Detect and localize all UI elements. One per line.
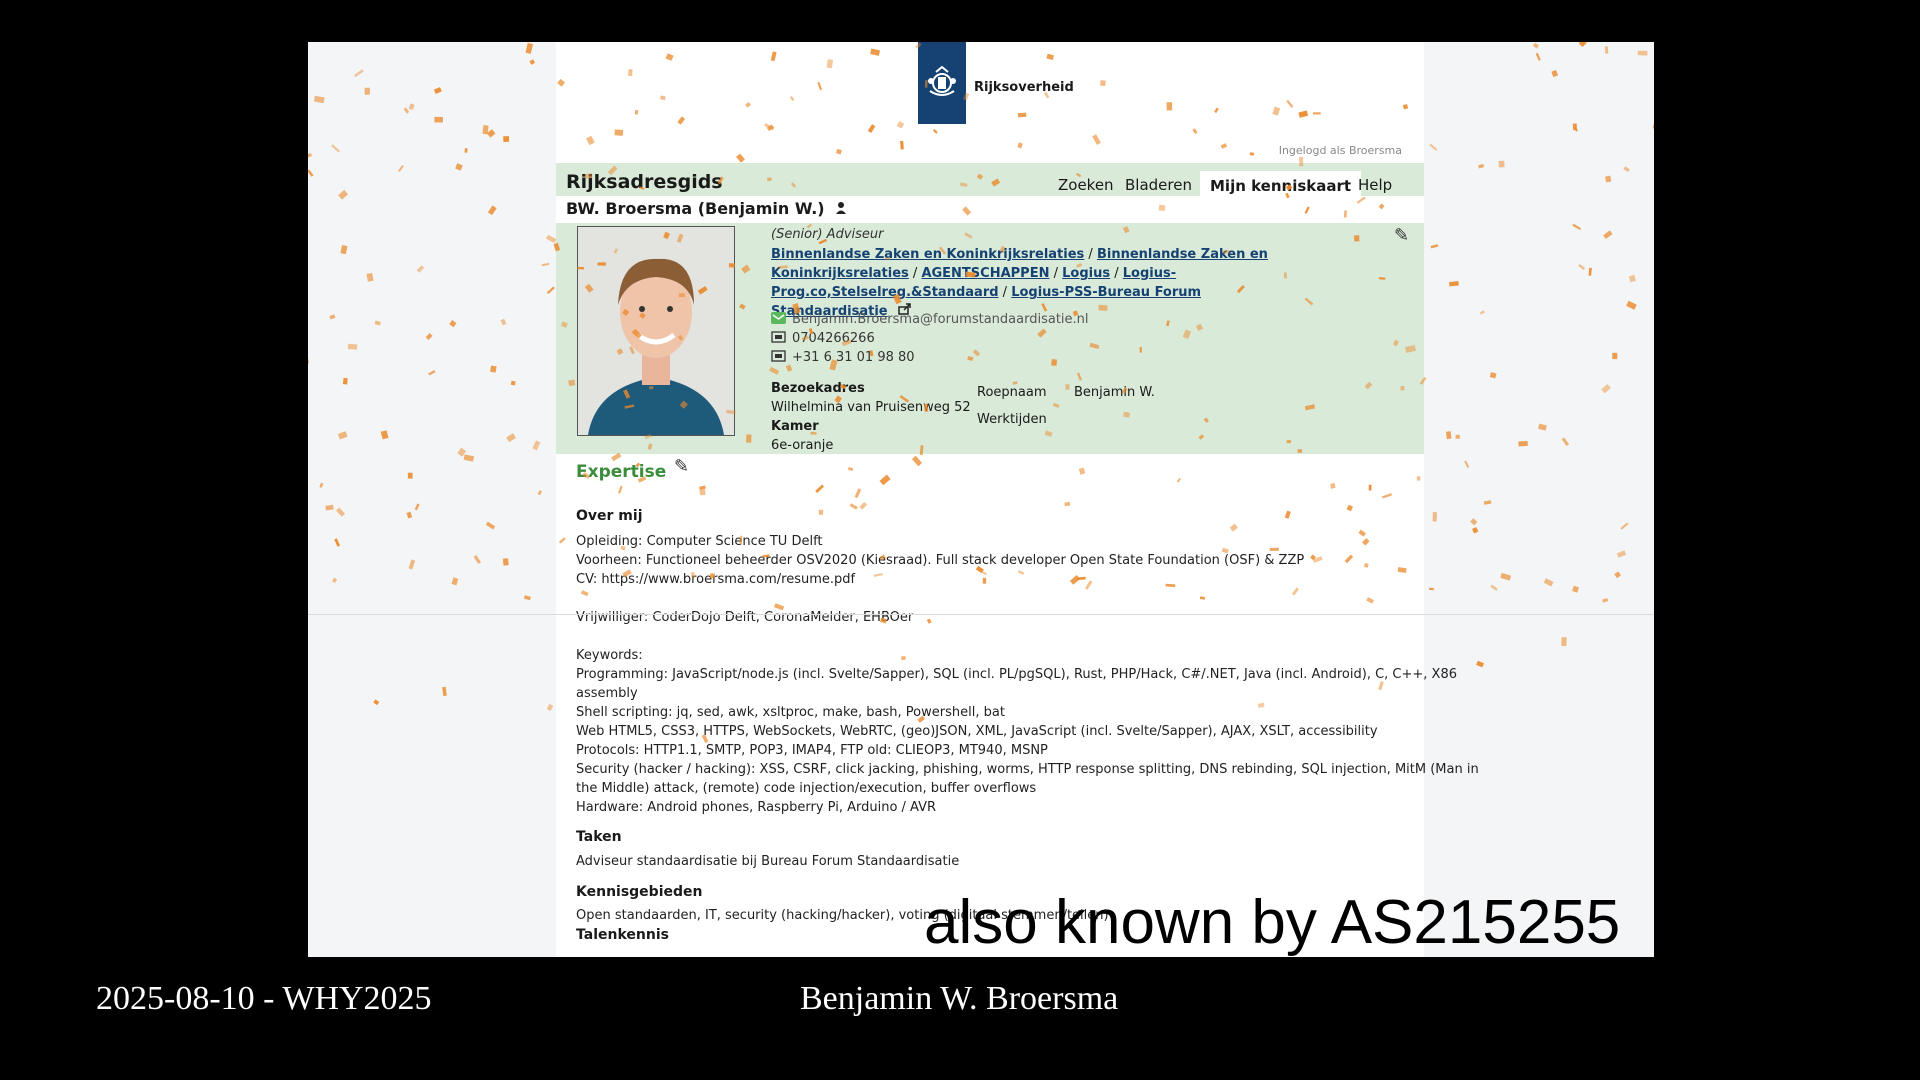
nav-mijn-kenniskaart[interactable]: Mijn kenniskaart: [1200, 171, 1362, 196]
divider-line: [308, 614, 1654, 615]
rijksadresgids-page: Rijksoverheid Ingelogd als Broersma Rijk…: [556, 42, 1479, 957]
logged-in-status: Ingelogd als Broersma: [1278, 144, 1402, 157]
edit-expertise-icon[interactable]: ✎: [674, 456, 689, 477]
slide-screenshot: Rijksoverheid Ingelogd als Broersma Rijk…: [308, 42, 1654, 957]
organisation-path: Binnenlandse Zaken en Koninkrijksrelatie…: [771, 247, 1268, 319]
about-line: CV: https://www.broersma.com/resume.pdf: [576, 572, 856, 587]
about-line: Protocols: HTTP1.1, SMTP, POP3, IMAP4, F…: [576, 743, 1048, 758]
top-navigation: Rijksadresgids Zoeken Bladeren Mijn kenn…: [556, 163, 1424, 196]
about-line: Voorheen: Functioneel beheerder OSV2020 …: [576, 553, 1305, 568]
profile-role: (Senior) Adviseur: [771, 227, 884, 242]
about-line: Opleiding: Computer Science TU Delft: [576, 534, 823, 549]
phone-icon: [771, 350, 786, 362]
room-label: Kamer: [771, 419, 819, 434]
email-icon: [771, 312, 786, 324]
tasks-text: Adviseur standaardisatie bij Bureau Foru…: [576, 854, 960, 869]
logo-text: Rijksoverheid: [974, 80, 1074, 95]
email-row: Benjamin.Broersma@forumstandaardisatie.n…: [771, 312, 1089, 327]
org-link[interactable]: Binnenlandse Zaken en Koninkrijksrelatie…: [771, 247, 1084, 262]
phone-number[interactable]: 0704266266: [792, 331, 875, 346]
about-heading: Over mij: [576, 508, 643, 524]
nickname-value: Benjamin W.: [1074, 385, 1155, 400]
languages-heading: Talenkennis: [576, 927, 669, 943]
background-right: [1424, 42, 1654, 957]
nickname-label: Roepnaam: [977, 385, 1047, 400]
visit-address-label: Bezoekadres: [771, 381, 865, 396]
mobile-number[interactable]: +31 6 31 01 98 80: [792, 350, 915, 365]
caption-text: also known by AS215255: [924, 888, 1621, 957]
phone-icon: [771, 331, 786, 343]
about-line: Vrijwilliger: CoderDojo Delft, CoronaMel…: [576, 610, 914, 625]
about-line: assembly: [576, 686, 638, 701]
about-line: Shell scripting: jq, sed, awk, xsltproc,…: [576, 705, 1005, 720]
about-line: Programming: JavaScript/node.js (incl. S…: [576, 667, 1457, 682]
background-left: [308, 42, 556, 957]
edit-profile-icon[interactable]: ✎: [1394, 225, 1409, 246]
person-icon: [836, 202, 847, 214]
visit-address: Wilhelmina van Pruisenweg 52: [771, 400, 971, 415]
about-line: the Middle) attack, (remote) code inject…: [576, 781, 1037, 796]
about-line: Web HTML5, CSS3, HTTPS, WebSockets, WebR…: [576, 724, 1378, 739]
about-line: Hardware: Android phones, Raspberry Pi, …: [576, 800, 937, 815]
org-link[interactable]: Logius: [1062, 266, 1110, 281]
rijksoverheid-logo[interactable]: [918, 42, 966, 124]
nav-help[interactable]: Help: [1358, 176, 1392, 194]
site-brand[interactable]: Rijksadresgids: [566, 171, 723, 193]
profile-name-line: BW. Broersma (Benjamin W.): [566, 199, 848, 218]
coat-of-arms-icon: [928, 65, 956, 96]
profile-photo: [577, 226, 735, 436]
working-hours-label: Werktijden: [977, 412, 1047, 427]
profile-name: BW. Broersma (Benjamin W.): [566, 199, 825, 218]
org-link[interactable]: AGENTSCHAPPEN: [921, 266, 1049, 281]
about-line: Security (hacker / hacking): XSS, CSRF, …: [576, 762, 1479, 777]
footer-date-event: 2025-08-10 - WHY2025: [96, 980, 432, 1017]
email-address[interactable]: Benjamin.Broersma@forumstandaardisatie.n…: [792, 312, 1089, 327]
about-line: Keywords:: [576, 648, 643, 663]
phone-row-1: 0704266266: [771, 331, 875, 346]
footer-speaker: Benjamin W. Broersma: [800, 980, 1119, 1017]
expertise-heading: Expertise: [576, 462, 667, 482]
nav-bladeren[interactable]: Bladeren: [1125, 176, 1192, 194]
phone-row-2: +31 6 31 01 98 80: [771, 350, 915, 365]
knowledge-heading: Kennisgebieden: [576, 884, 703, 900]
tasks-heading: Taken: [576, 829, 622, 845]
profile-card: (Senior) Adviseur Binnenlandse Zaken en …: [556, 223, 1424, 454]
nav-zoeken[interactable]: Zoeken: [1058, 176, 1114, 194]
room-value: 6e-oranje: [771, 438, 834, 453]
